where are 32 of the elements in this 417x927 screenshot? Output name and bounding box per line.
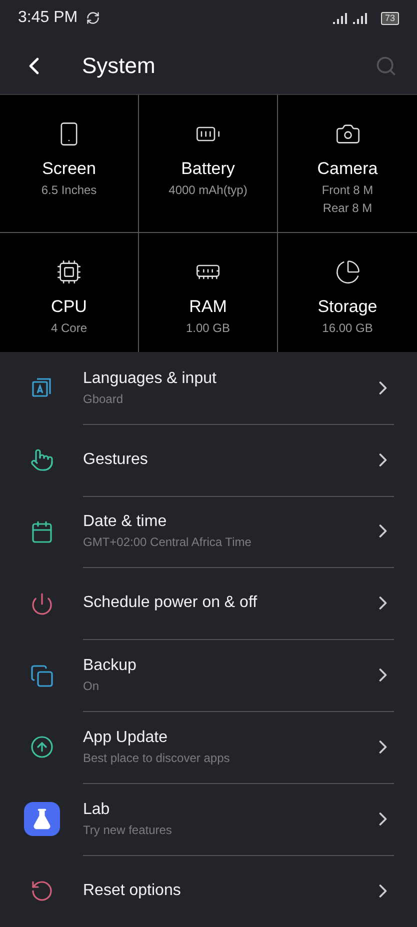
spec-label: Camera: [317, 159, 378, 180]
spec-value: 1.00 GB: [186, 321, 230, 336]
setting-title[interactable]: App Update: [83, 728, 372, 747]
setting-subtitle: Try new features: [83, 822, 173, 837]
page-title: System: [82, 52, 156, 79]
spec-value: Rear 8 M: [322, 201, 372, 216]
setting-subtitle: GMT+02:00 Central Africa Time: [83, 535, 252, 550]
setting-title[interactable]: Backup: [83, 657, 372, 676]
spec-value: Front 8 M: [322, 183, 374, 198]
setting-title[interactable]: Gestures: [83, 450, 372, 469]
sync-icon: [86, 11, 100, 26]
spec-label: Battery: [181, 159, 235, 180]
setting-subtitle: On: [83, 679, 100, 694]
spec-value: 4000 mAh(typ): [168, 183, 248, 198]
setting-title[interactable]: Schedule power on & off: [83, 594, 372, 612]
spec-value: 16.00 GB: [322, 321, 373, 336]
status-time: 3:45 PM: [18, 9, 78, 28]
setting-subtitle: Gboard: [83, 392, 124, 406]
storage-icon: [334, 259, 360, 286]
spec-label: RAM: [189, 297, 227, 318]
setting-title[interactable]: Date & time: [83, 513, 372, 532]
spec-label: CPU: [51, 297, 87, 318]
spec-value: 6.5 Inches: [41, 183, 97, 198]
setting-title[interactable]: Reset options: [83, 882, 372, 900]
spec-label: Screen: [42, 159, 96, 180]
setting-title[interactable]: Languages & input: [83, 370, 372, 388]
spec-value: 4 Core: [50, 321, 88, 336]
setting-title[interactable]: Lab: [83, 800, 372, 819]
battery-indicator: 73: [380, 12, 399, 25]
setting-subtitle: Best place to discover apps: [83, 750, 231, 765]
cpu-icon: [56, 259, 82, 286]
spec-label: Storage: [318, 297, 378, 318]
